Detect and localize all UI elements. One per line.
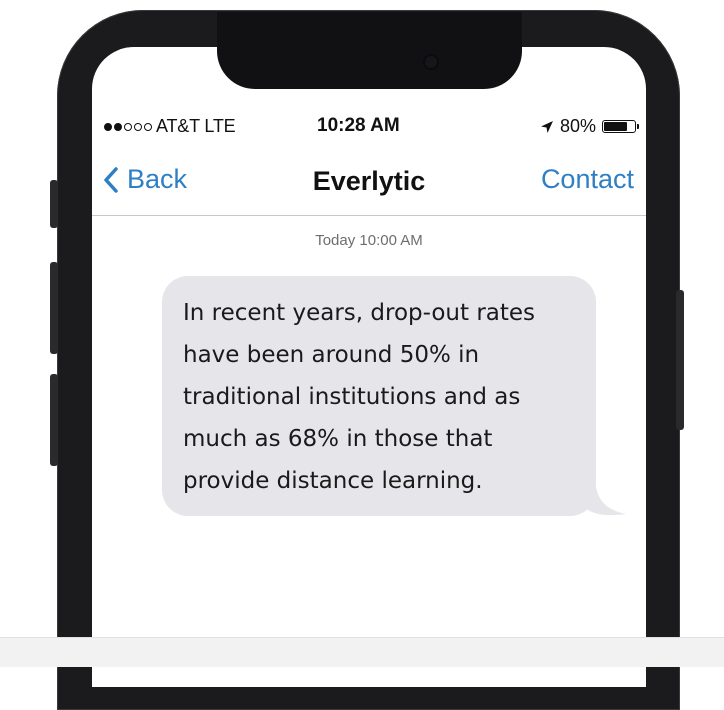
volume-up-button: [50, 262, 58, 354]
volume-down-button: [50, 374, 58, 466]
battery-percent: 80%: [559, 116, 596, 136]
signal-dot: [134, 122, 142, 131]
message-timestamp: Today 10:00 AM: [315, 232, 423, 249]
message-line: traditional institutions and as: [183, 384, 521, 410]
message-line: have been around 50% in: [183, 342, 480, 368]
signal-strength-icon: [104, 122, 152, 131]
message-bubble[interactable]: In recent years, drop-out rates have bee…: [162, 276, 596, 516]
message-line: much as 68% in those that: [183, 426, 493, 452]
status-time: 10:28 AM: [317, 115, 400, 136]
front-camera: [425, 56, 437, 68]
signal-dot: [104, 122, 112, 131]
battery-tip: [637, 124, 639, 129]
navigation-bar: Back Everlytic Contact: [92, 150, 646, 216]
battery-icon: [602, 120, 639, 133]
contact-button[interactable]: Contact: [541, 164, 634, 195]
message-line: In recent years, drop-out rates: [183, 300, 536, 326]
power-button: [676, 290, 684, 430]
mute-switch: [50, 180, 58, 228]
bubble-tail: [586, 486, 626, 516]
message-line: provide distance learning.: [183, 468, 483, 494]
battery-level: [604, 122, 627, 131]
carrier-label: AT&T LTE: [156, 116, 236, 136]
carrier-indicator: AT&T LTE: [104, 116, 236, 137]
signal-dot: [144, 122, 152, 131]
location-arrow-icon: [540, 120, 553, 133]
bottom-strip: [0, 637, 724, 667]
signal-dot: [124, 122, 132, 131]
status-bar: AT&T LTE 10:28 AM 80%: [104, 112, 640, 138]
status-right: 80%: [540, 116, 639, 137]
signal-dot: [114, 122, 122, 131]
notch: [217, 12, 522, 89]
